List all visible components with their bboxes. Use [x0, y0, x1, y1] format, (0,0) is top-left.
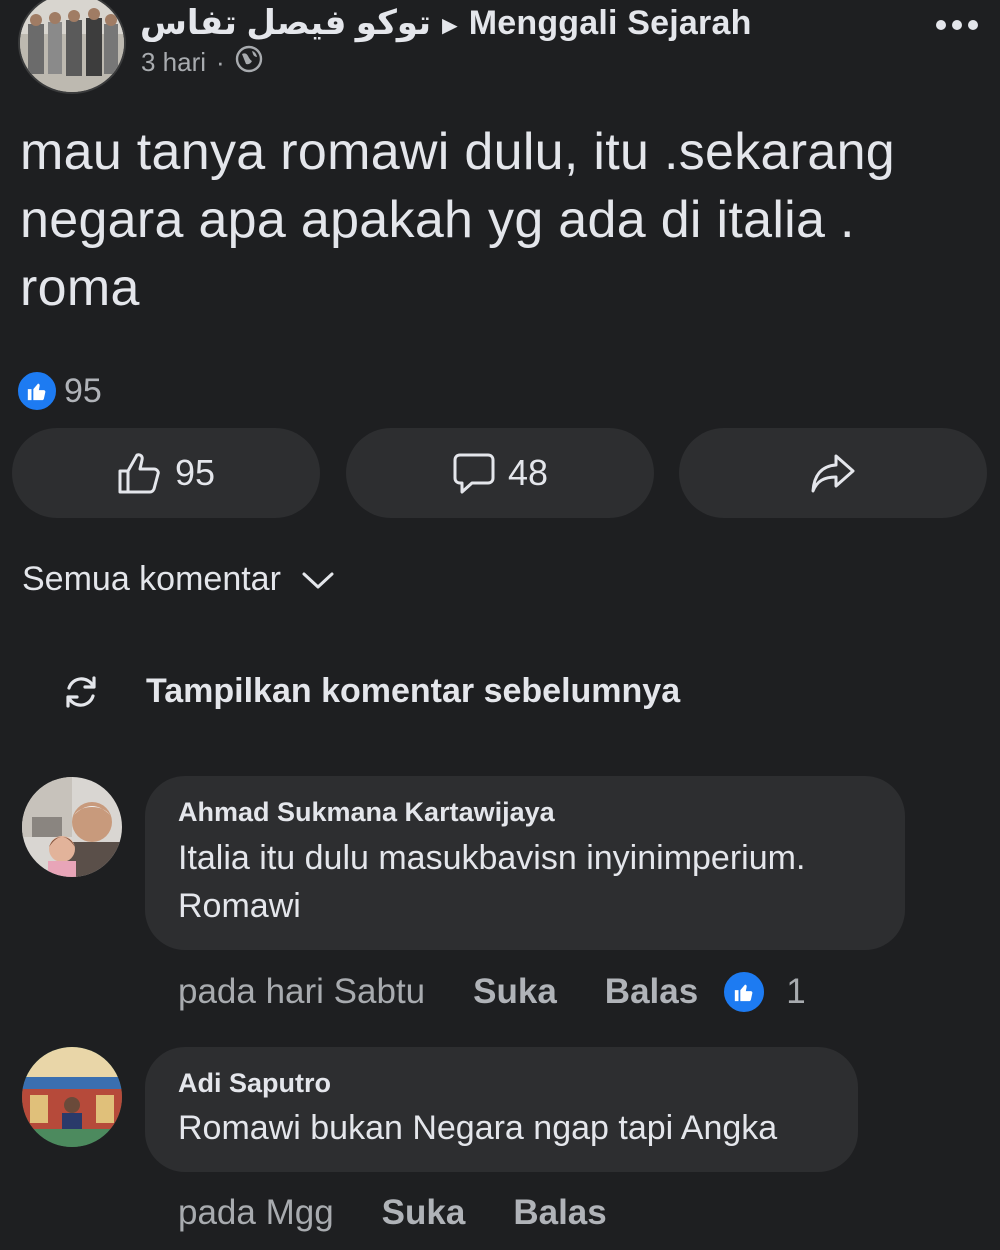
comment-icon	[453, 453, 495, 494]
post-text-line: negara apa apakah yg ada di italia .	[20, 191, 855, 249]
comment-button[interactable]: 48	[346, 428, 654, 518]
comment-count: 48	[507, 452, 549, 493]
comment-like-button[interactable]: Suka	[473, 972, 557, 1012]
like-count: 95	[174, 452, 216, 493]
comment-author[interactable]: Adi Saputro	[178, 1068, 331, 1099]
comment-like-button[interactable]: Suka	[382, 1193, 466, 1233]
author-name[interactable]: توكو فيصل تفاس	[140, 4, 431, 42]
group-name[interactable]: Menggali Sejarah	[469, 4, 752, 42]
facebook-post-screen: توكو فيصل تفاس ► Menggali Sejarah 3 hari ·…	[0, 0, 1000, 1250]
comment-filter-dropdown[interactable]: Semua komentar	[22, 560, 335, 599]
author-avatar[interactable]	[18, 0, 126, 94]
commenter-avatar[interactable]	[22, 1047, 122, 1147]
post-text-line: roma	[20, 259, 140, 317]
commenter-avatar[interactable]	[22, 777, 122, 877]
comment-text: Italia itu dulu masukbavisn inyinimperiu…	[178, 834, 805, 930]
like-button[interactable]: 95	[12, 428, 320, 518]
like-reaction-icon	[722, 970, 767, 1014]
more-options-icon[interactable]	[932, 10, 982, 40]
thumbs-up-icon	[118, 453, 160, 494]
comment-author[interactable]: Ahmad Sukmana Kartawijaya	[178, 797, 555, 828]
post-text: mau tanya romawi dulu, itu .sekarang neg…	[20, 118, 980, 322]
comment-meta: pada hari Sabtu Suka Balas 1	[178, 970, 806, 1014]
like-reaction-icon	[16, 370, 58, 412]
triangle-right-icon: ►	[436, 10, 463, 40]
chevron-down-icon	[302, 572, 334, 588]
post-time[interactable]: 3 hari	[141, 47, 206, 78]
share-icon	[811, 454, 855, 493]
comment-reactions[interactable]: 1	[722, 970, 806, 1014]
comment-reaction-count: 1	[786, 972, 806, 1011]
comment-filter-label: Semua komentar	[22, 560, 281, 598]
comment-text-line: Romawi bukan Negara ngap tapi Angka	[178, 1109, 778, 1147]
post-text-line: mau tanya romawi dulu, itu .sekarang	[20, 123, 896, 181]
reaction-summary[interactable]: 95	[16, 370, 102, 412]
comment-text: Romawi bukan Negara ngap tapi Angka	[178, 1104, 777, 1152]
show-previous-comments-button[interactable]: Tampilkan komentar sebelumnya	[62, 672, 680, 711]
comment-meta: pada Mgg Suka Balas	[178, 1193, 607, 1233]
post-meta: 3 hari ·	[141, 45, 263, 80]
comment-text-line: Romawi	[178, 887, 301, 925]
comment-reply-button[interactable]: Balas	[513, 1193, 606, 1233]
comment-text-line: Italia itu dulu masukbavisn inyinimperiu…	[178, 839, 806, 877]
comment-reply-button[interactable]: Balas	[605, 972, 698, 1012]
post-header-title: توكو فيصل تفاس ► Menggali Sejarah	[140, 3, 752, 43]
reaction-count: 95	[64, 371, 102, 410]
share-button[interactable]	[679, 428, 987, 518]
comment-time[interactable]: pada Mgg	[178, 1193, 334, 1233]
meta-separator: ·	[216, 47, 225, 77]
show-previous-comments-label: Tampilkan komentar sebelumnya	[146, 672, 681, 710]
comment-time[interactable]: pada hari Sabtu	[178, 972, 425, 1012]
refresh-icon	[66, 675, 96, 708]
globe-icon	[235, 45, 263, 80]
